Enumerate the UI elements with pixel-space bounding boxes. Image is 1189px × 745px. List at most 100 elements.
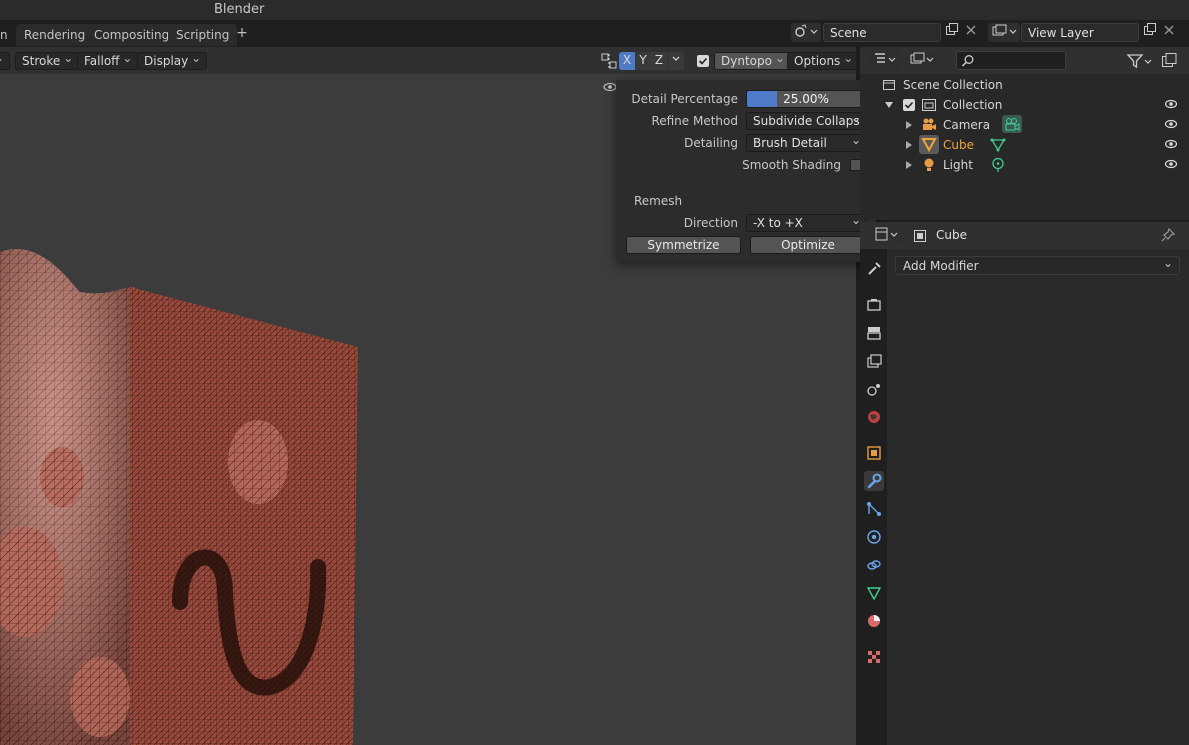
tab-physics[interactable] (864, 527, 884, 547)
disclosure-triangle-icon[interactable] (884, 100, 894, 110)
tab-scene[interactable] (864, 379, 884, 399)
properties-editor-type-button[interactable] (872, 226, 902, 245)
disclosure-triangle-icon[interactable] (904, 120, 914, 130)
new-view-layer-button[interactable] (1140, 23, 1160, 42)
detailing-dropdown[interactable]: Brush Detail (746, 133, 866, 152)
mesh-data-icon (866, 587, 882, 601)
collection-icon (922, 99, 936, 111)
duplicate-icon (1144, 23, 1156, 35)
constraints-icon (867, 560, 881, 570)
disclosure-triangle-icon[interactable] (904, 140, 914, 150)
mesh-icon (919, 135, 939, 154)
tab-texture[interactable] (864, 647, 884, 667)
mode-menu-stub[interactable] (0, 51, 10, 70)
tab-object-data[interactable] (864, 583, 884, 603)
add-workspace-button[interactable]: + (233, 25, 251, 43)
symmetry-icon[interactable] (600, 52, 618, 70)
tool-icon (868, 262, 881, 275)
tab-layout[interactable]: n (0, 24, 16, 46)
scene-name-field[interactable]: Scene (823, 23, 941, 42)
disclosure-triangle-icon[interactable] (904, 160, 914, 170)
close-icon (966, 25, 976, 35)
new-collection-button[interactable] (1160, 52, 1178, 70)
eye-icon[interactable] (1165, 118, 1177, 130)
view-layer-name-field[interactable]: View Layer (1021, 23, 1139, 42)
outliner: Scene Collection Collection Camera Cube … (860, 47, 1189, 220)
outliner-row-scene-collection[interactable]: Scene Collection (860, 75, 1189, 95)
pin-icon[interactable] (1160, 227, 1176, 243)
wrench-icon (867, 473, 882, 489)
viewport-header: Stroke Falloff Display X Y Z Dyntopo Opt… (0, 47, 856, 74)
symmetry-z-toggle[interactable]: Z (651, 52, 667, 70)
direction-dropdown[interactable]: -X to +X (746, 213, 866, 232)
tab-view-layer[interactable] (864, 351, 884, 371)
display-menu[interactable]: Display (137, 51, 208, 70)
view-object-types-icon[interactable] (603, 80, 617, 94)
new-scene-button[interactable] (942, 23, 962, 42)
outliner-row-camera[interactable]: Camera (860, 115, 1189, 135)
collection-exclude-checkbox[interactable] (903, 99, 915, 111)
tab-scripting[interactable]: Scripting (168, 24, 238, 46)
camera-data-icon[interactable] (1002, 115, 1022, 133)
eye-icon[interactable] (1165, 138, 1177, 150)
add-modifier-dropdown[interactable]: Add Modifier (895, 256, 1180, 275)
scene-collection-label: Scene Collection (903, 78, 1003, 92)
detailing-label: Detailing (684, 136, 738, 150)
smooth-shading-label: Smooth Shading (742, 158, 841, 172)
light-data-icon[interactable] (990, 157, 1006, 173)
options-menu[interactable]: Options (787, 51, 856, 70)
editor-type-button[interactable] (870, 51, 900, 70)
scene-browse-button[interactable] (791, 23, 821, 42)
object-icon (914, 230, 926, 242)
tab-output[interactable] (864, 323, 884, 343)
new-collection-icon (1162, 53, 1177, 67)
delete-scene-button[interactable] (962, 23, 980, 42)
tab-render[interactable] (864, 295, 884, 315)
tab-modifiers[interactable] (864, 471, 884, 491)
delete-view-layer-button[interactable] (1160, 23, 1178, 42)
symmetry-x-toggle[interactable]: X (619, 52, 635, 70)
duplicate-icon (946, 23, 958, 35)
eye-icon[interactable] (1165, 158, 1177, 170)
dyntopo-popover-button[interactable]: Dyntopo (714, 51, 791, 70)
view-layer-icon (867, 354, 882, 368)
view-layer-browse-button[interactable] (988, 23, 1020, 42)
stroke-menu[interactable]: Stroke (15, 51, 80, 70)
tab-compositing[interactable]: Compositing (86, 24, 178, 46)
dyntopo-checkbox[interactable] (697, 55, 709, 67)
falloff-menu[interactable]: Falloff (77, 51, 139, 70)
tab-object[interactable] (864, 443, 884, 463)
checkmark-icon (904, 101, 914, 109)
optimize-button[interactable]: Optimize (750, 236, 866, 254)
camera-icon (923, 118, 936, 130)
mesh-data-icon[interactable] (990, 137, 1006, 153)
direction-label: Direction (683, 216, 738, 230)
cube-label: Cube (943, 138, 974, 152)
tab-world[interactable] (864, 407, 884, 427)
collection-icon (883, 80, 895, 90)
filter-button[interactable] (1125, 52, 1155, 70)
outliner-row-cube[interactable]: Cube (860, 135, 1189, 155)
outliner-row-collection[interactable]: Collection (860, 95, 1189, 115)
tab-constraints[interactable] (864, 555, 884, 575)
symmetrize-button[interactable]: Symmetrize (626, 236, 741, 254)
outliner-row-light[interactable]: Light (860, 155, 1189, 175)
workspace-bar: n Rendering Compositing Scripting + Scen… (0, 20, 1189, 47)
display-mode-button[interactable] (906, 51, 936, 70)
symmetry-options-dropdown[interactable] (668, 52, 684, 70)
dyntopo-popover: Detail Percentage 25.00% Refine Method S… (616, 80, 876, 262)
world-icon (868, 411, 880, 423)
tab-particles[interactable] (864, 499, 884, 519)
properties-icon (875, 227, 898, 241)
tab-material[interactable] (864, 611, 884, 631)
tab-rendering[interactable]: Rendering (16, 24, 94, 46)
tab-tool[interactable] (864, 259, 884, 279)
refine-method-dropdown[interactable]: Subdivide Collapse (746, 111, 867, 130)
search-icon (961, 55, 974, 67)
eye-icon[interactable] (1165, 98, 1177, 110)
properties-header: Cube (860, 222, 1189, 249)
outliner-search-input[interactable] (956, 51, 1066, 70)
render-icon (867, 299, 881, 311)
detail-percentage-slider[interactable]: 25.00% (746, 90, 866, 108)
symmetry-y-toggle[interactable]: Y (635, 52, 651, 70)
